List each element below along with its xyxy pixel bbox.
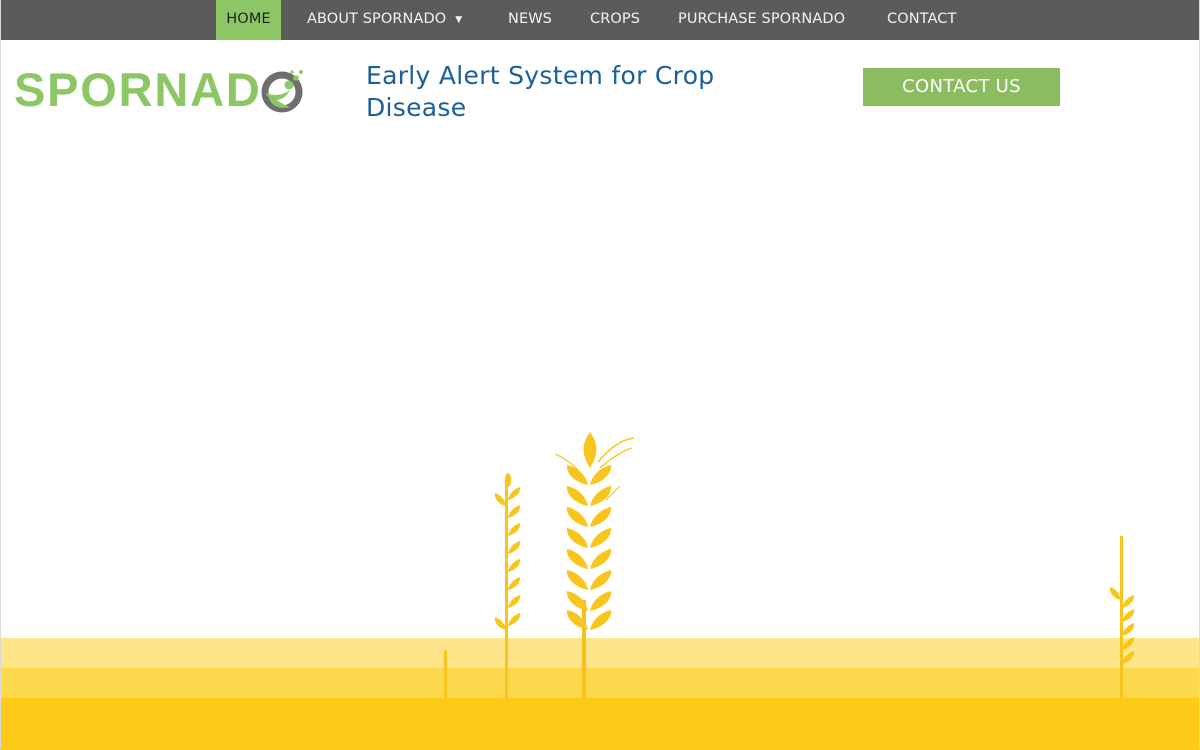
nav-item-contact[interactable]: CONTACT — [887, 0, 956, 40]
nav-item-purchase-spornado[interactable]: PURCHASE SPORNADO — [678, 0, 845, 40]
nav-item-label: PURCHASE SPORNADO — [678, 11, 846, 27]
logo-wordmark: SPORNAD — [14, 63, 262, 116]
spornado-logo[interactable]: SPORNAD — [14, 64, 314, 116]
contact-us-button[interactable]: CONTACT US — [863, 68, 1060, 106]
nav-item-crops[interactable]: CROPS — [590, 0, 640, 40]
nav-item-home[interactable]: HOME — [216, 0, 281, 40]
nav-item-label: ABOUT SPORNADO — [307, 11, 447, 27]
chevron-down-icon: ▼ — [455, 15, 463, 25]
wheat-stalk-thin — [494, 473, 521, 698]
nav-item-label: CONTACT — [887, 11, 957, 27]
nav-item-news[interactable]: NEWS — [508, 0, 552, 40]
nav-item-about-spornado[interactable]: ABOUT SPORNADO ▼ — [307, 0, 462, 40]
spore-o-icon — [261, 70, 303, 113]
wheat-stalk-large — [554, 432, 635, 698]
wheat-stalk-right — [1109, 536, 1135, 698]
main-navigation: HOME ABOUT SPORNADO ▼ NEWS CROPS PURCHASE… — [0, 0, 1200, 40]
nav-item-label: NEWS — [508, 11, 552, 27]
site-tagline: Early Alert System for Crop Disease — [366, 61, 715, 122]
nav-item-label: HOME — [226, 11, 271, 27]
nav-item-label: CROPS — [590, 11, 641, 27]
wheat-stalk-tiny — [444, 650, 447, 698]
